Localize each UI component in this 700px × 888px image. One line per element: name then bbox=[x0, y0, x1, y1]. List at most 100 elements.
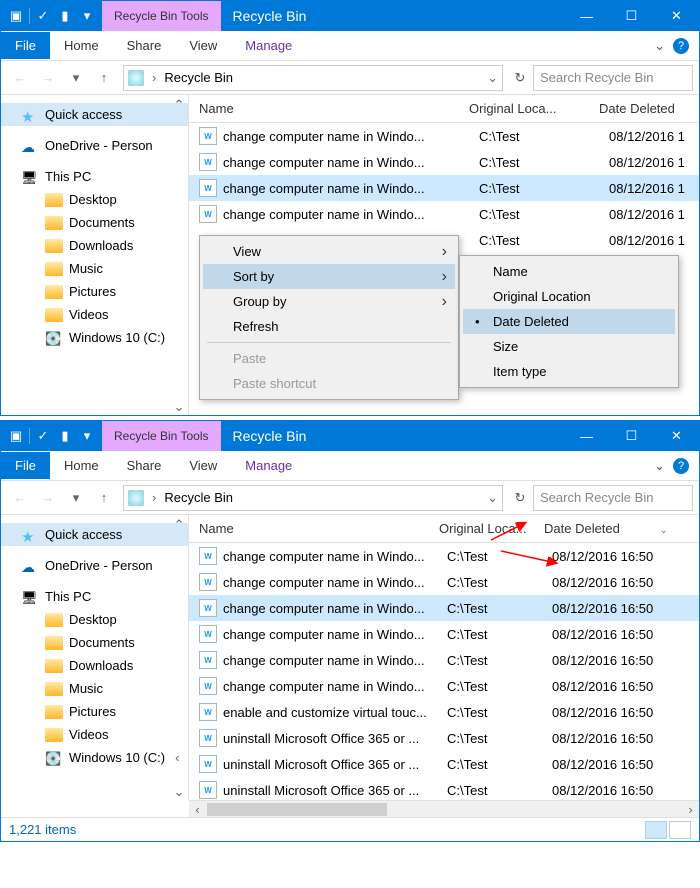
sort-submenu[interactable]: Name Original Location Date Deleted Size… bbox=[459, 255, 679, 388]
file-row[interactable]: change computer name in Windo...C:\Test0… bbox=[189, 673, 699, 699]
sidebar-item-music[interactable]: Music bbox=[1, 257, 188, 280]
file-row[interactable]: change computer name in Windo...C:\Test0… bbox=[189, 569, 699, 595]
minimize-button[interactable]: — bbox=[564, 1, 609, 31]
sidebar-item-quick-access[interactable]: Quick access bbox=[1, 523, 188, 546]
file-row[interactable]: change computer name in Windo...C:\Test0… bbox=[189, 123, 699, 149]
file-row[interactable]: change computer name in Windo...C:\Test0… bbox=[189, 149, 699, 175]
forward-button[interactable]: → bbox=[35, 485, 61, 511]
refresh-button[interactable]: ↻ bbox=[509, 67, 531, 89]
menu-view[interactable]: View bbox=[203, 239, 455, 264]
scroll-left-icon[interactable]: ‹ bbox=[189, 801, 206, 818]
sort-original-location[interactable]: Original Location bbox=[463, 284, 675, 309]
properties-icon[interactable]: ✓ bbox=[34, 427, 52, 445]
chevron-right-icon[interactable]: › bbox=[148, 70, 160, 85]
breadcrumb-dropdown-icon[interactable]: ⌄ bbox=[487, 490, 498, 506]
tab-manage[interactable]: Manage bbox=[231, 32, 306, 59]
sort-date-deleted[interactable]: Date Deleted bbox=[463, 309, 675, 334]
up-button[interactable]: ↑ bbox=[91, 485, 117, 511]
navigation-pane[interactable]: ⌃ Quick access OneDrive - Person This PC… bbox=[1, 515, 189, 800]
help-icon[interactable]: ? bbox=[673, 38, 689, 54]
recent-dropdown[interactable]: ▾ bbox=[63, 65, 89, 91]
column-original-location[interactable]: Original Loca... bbox=[469, 101, 599, 116]
sidebar-item-videos[interactable]: Videos bbox=[1, 723, 188, 746]
titlebar[interactable]: ▣ ✓ ▮ ▾ Recycle Bin Tools Recycle Bin — … bbox=[1, 421, 699, 451]
column-name[interactable]: Name bbox=[189, 521, 439, 536]
breadcrumb-item[interactable]: Recycle Bin bbox=[164, 70, 233, 85]
minimize-button[interactable]: — bbox=[564, 421, 609, 451]
horizontal-scrollbar[interactable]: ‹ › bbox=[189, 800, 699, 817]
file-row[interactable]: change computer name in Windo...C:\Test0… bbox=[189, 647, 699, 673]
breadcrumb[interactable]: › Recycle Bin ⌄ bbox=[123, 65, 503, 91]
close-button[interactable]: ✕ bbox=[654, 1, 699, 31]
tab-home[interactable]: Home bbox=[50, 452, 113, 479]
maximize-button[interactable]: ☐ bbox=[609, 421, 654, 451]
scroll-right-icon[interactable]: › bbox=[682, 801, 699, 818]
refresh-button[interactable]: ↻ bbox=[509, 487, 531, 509]
breadcrumb-dropdown-icon[interactable]: ⌄ bbox=[487, 70, 498, 86]
tab-view[interactable]: View bbox=[175, 32, 231, 59]
file-list[interactable]: Name Original Loca... Date Deleted chang… bbox=[189, 95, 699, 415]
sidebar-item-desktop[interactable]: Desktop bbox=[1, 608, 188, 631]
file-row[interactable]: uninstall Microsoft Office 365 or ...C:\… bbox=[189, 751, 699, 777]
qat-item-icon[interactable]: ▮ bbox=[56, 427, 74, 445]
chevron-right-icon[interactable]: › bbox=[148, 490, 160, 505]
search-input[interactable]: Search Recycle Bin bbox=[533, 485, 693, 511]
menu-sort-by[interactable]: Sort by bbox=[203, 264, 455, 289]
menu-group-by[interactable]: Group by bbox=[203, 289, 455, 314]
sort-size[interactable]: Size bbox=[463, 334, 675, 359]
sidebar-item-pictures[interactable]: Pictures bbox=[1, 700, 188, 723]
back-button[interactable]: ← bbox=[7, 485, 33, 511]
sidebar-item-c-drive[interactable]: Windows 10 (C:)‹ bbox=[1, 746, 188, 769]
maximize-button[interactable]: ☐ bbox=[609, 1, 654, 31]
up-button[interactable]: ↑ bbox=[91, 65, 117, 91]
sidebar-item-downloads[interactable]: Downloads bbox=[1, 654, 188, 677]
file-row[interactable]: change computer name in Windo...C:\Test0… bbox=[189, 201, 699, 227]
sidebar-item-desktop[interactable]: Desktop bbox=[1, 188, 188, 211]
column-date-deleted[interactable]: Date Deleted bbox=[599, 101, 699, 116]
back-button[interactable]: ← bbox=[7, 65, 33, 91]
context-menu[interactable]: View Sort by Group by Refresh Paste Past… bbox=[199, 235, 459, 400]
sidebar-item-onedrive[interactable]: OneDrive - Person bbox=[1, 134, 188, 157]
breadcrumb[interactable]: › Recycle Bin ⌄ bbox=[123, 485, 503, 511]
tab-file[interactable]: File bbox=[1, 452, 50, 479]
details-view-button[interactable] bbox=[645, 821, 667, 839]
titlebar[interactable]: ▣ ✓ ▮ ▾ Recycle Bin Tools Recycle Bin — … bbox=[1, 1, 699, 31]
ribbon-expand[interactable]: ⌄ ? bbox=[644, 38, 699, 54]
tab-view[interactable]: View bbox=[175, 452, 231, 479]
file-row[interactable]: uninstall Microsoft Office 365 or ...C:\… bbox=[189, 725, 699, 751]
large-icons-view-button[interactable] bbox=[669, 821, 691, 839]
menu-refresh[interactable]: Refresh bbox=[203, 314, 455, 339]
file-row[interactable]: change computer name in Windo...C:\Test0… bbox=[189, 595, 699, 621]
recent-dropdown[interactable]: ▾ bbox=[63, 485, 89, 511]
scroll-thumb[interactable] bbox=[207, 803, 387, 816]
search-input[interactable]: Search Recycle Bin bbox=[533, 65, 693, 91]
forward-button[interactable]: → bbox=[35, 65, 61, 91]
sort-item-type[interactable]: Item type bbox=[463, 359, 675, 384]
chevron-left-icon[interactable]: ‹ bbox=[175, 750, 179, 765]
tab-manage[interactable]: Manage bbox=[231, 452, 306, 479]
file-row[interactable]: change computer name in Windo...C:\Test0… bbox=[189, 175, 699, 201]
file-row[interactable]: change computer name in Windo...C:\Test0… bbox=[189, 543, 699, 569]
nav-scroll-down-icon[interactable]: ⌄ bbox=[172, 399, 186, 413]
file-row[interactable]: change computer name in Windo...C:\Test0… bbox=[189, 621, 699, 647]
sidebar-item-this-pc[interactable]: This PC bbox=[1, 585, 188, 608]
tab-share[interactable]: Share bbox=[113, 452, 176, 479]
column-name[interactable]: Name bbox=[189, 101, 469, 116]
sidebar-item-documents[interactable]: Documents bbox=[1, 631, 188, 654]
file-row[interactable]: enable and customize virtual touc...C:\T… bbox=[189, 699, 699, 725]
nav-scroll-up-icon[interactable]: ⌃ bbox=[172, 517, 186, 531]
qat-item-icon[interactable]: ▮ bbox=[56, 7, 74, 25]
help-icon[interactable]: ? bbox=[673, 458, 689, 474]
tab-home[interactable]: Home bbox=[50, 32, 113, 59]
tab-file[interactable]: File bbox=[1, 32, 50, 59]
sort-name[interactable]: Name bbox=[463, 259, 675, 284]
qat-dropdown-icon[interactable]: ▾ bbox=[78, 7, 96, 25]
column-original-location[interactable]: Original Loca... bbox=[439, 521, 544, 536]
sidebar-item-downloads[interactable]: Downloads bbox=[1, 234, 188, 257]
nav-scroll-up-icon[interactable]: ⌃ bbox=[172, 97, 186, 111]
sidebar-item-pictures[interactable]: Pictures bbox=[1, 280, 188, 303]
sidebar-item-this-pc[interactable]: This PC bbox=[1, 165, 188, 188]
close-button[interactable]: ✕ bbox=[654, 421, 699, 451]
nav-scroll-down-icon[interactable]: ⌄ bbox=[172, 784, 186, 798]
sidebar-item-quick-access[interactable]: Quick access bbox=[1, 103, 188, 126]
